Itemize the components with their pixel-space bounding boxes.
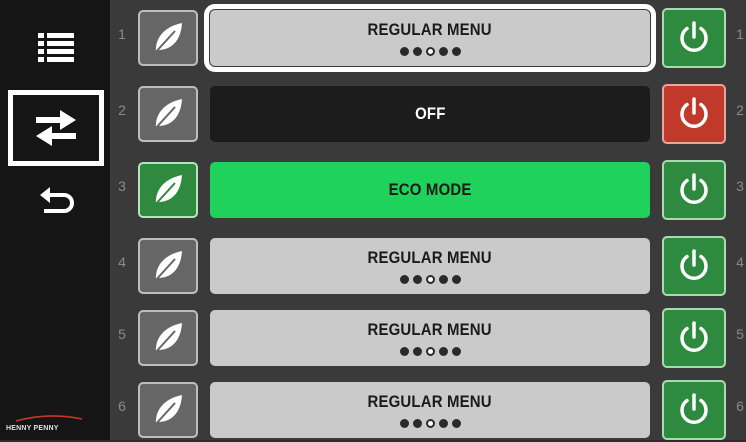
power-icon	[680, 393, 708, 424]
menu-row: 5 REGULAR MENU 5	[110, 306, 746, 370]
row-number-right: 2	[736, 102, 744, 118]
menu-select-button[interactable]: REGULAR MENU	[204, 4, 656, 72]
page-dot	[451, 347, 461, 356]
page-dot	[412, 347, 422, 356]
eco-leaf-button[interactable]	[138, 310, 198, 366]
page-dot	[438, 419, 448, 428]
power-button[interactable]	[662, 8, 726, 68]
eco-leaf-button[interactable]	[138, 86, 198, 142]
row-number-left: 5	[118, 326, 126, 342]
swap-button[interactable]	[8, 90, 104, 166]
page-dot	[425, 347, 435, 356]
page-dot	[451, 275, 461, 284]
power-icon	[680, 249, 708, 280]
page-dots	[399, 347, 461, 356]
row-number-left: 2	[118, 102, 126, 118]
menu-select-button[interactable]: OFF	[210, 86, 650, 142]
menu-select-button[interactable]: REGULAR MENU	[210, 238, 650, 294]
page-dot	[412, 419, 422, 428]
leaf-icon	[153, 323, 182, 355]
power-button[interactable]	[662, 160, 726, 220]
page-dots	[399, 419, 461, 428]
menu-list-icon	[38, 33, 74, 62]
swap-arrows-icon	[36, 110, 76, 146]
page-dot	[399, 275, 409, 284]
back-arrow-icon	[40, 187, 74, 213]
leaf-icon	[153, 395, 182, 427]
row-number-right: 3	[736, 178, 744, 194]
row-number-right: 5	[736, 326, 744, 342]
page-dot	[451, 47, 461, 56]
row-number-right: 1	[736, 26, 744, 42]
page-dot	[425, 419, 435, 428]
page-dots	[399, 275, 461, 284]
power-icon	[680, 21, 708, 52]
eco-leaf-button[interactable]	[138, 382, 198, 438]
leaf-icon	[153, 251, 182, 283]
menu-label: REGULAR MENU	[367, 320, 493, 339]
power-icon	[680, 321, 708, 352]
menu-label: REGULAR MENU	[367, 392, 493, 411]
page-dot	[399, 47, 409, 56]
row-number-left: 6	[118, 398, 126, 414]
power-icon	[680, 97, 708, 128]
back-button[interactable]	[8, 168, 104, 240]
row-number-right: 6	[736, 398, 744, 414]
row-number-left: 1	[118, 26, 126, 42]
menu-list-button[interactable]	[8, 12, 104, 84]
sidebar: HENNY PENNY	[0, 0, 110, 440]
page-dots	[399, 47, 461, 56]
page-dot	[425, 275, 435, 284]
power-button[interactable]	[662, 380, 726, 440]
eco-leaf-button[interactable]	[138, 238, 198, 294]
menu-label: REGULAR MENU	[367, 248, 493, 267]
power-icon	[680, 173, 708, 204]
menu-label: REGULAR MENU	[367, 20, 493, 39]
main-panel: 1 REGULAR MENU 1 2 OFF 2 3 ECO MODE 3 4 REGULAR ME…	[110, 0, 746, 440]
page-dot	[412, 47, 422, 56]
menu-row: 1 REGULAR MENU 1	[110, 4, 746, 72]
leaf-icon	[153, 99, 182, 131]
page-dot	[412, 275, 422, 284]
menu-row: 3 ECO MODE 3	[110, 158, 746, 222]
row-number-left: 3	[118, 178, 126, 194]
row-number-right: 4	[736, 254, 744, 270]
menu-row: 6 REGULAR MENU 6	[110, 378, 746, 442]
eco-leaf-button[interactable]	[138, 10, 198, 66]
page-dot	[399, 347, 409, 356]
menu-select-button[interactable]: REGULAR MENU	[210, 310, 650, 366]
menu-label: OFF	[414, 104, 446, 123]
leaf-icon	[153, 23, 182, 55]
page-dot	[438, 47, 448, 56]
page-dot	[438, 347, 448, 356]
menu-select-button[interactable]: REGULAR MENU	[210, 382, 650, 438]
menu-select-button[interactable]: ECO MODE	[210, 162, 650, 218]
menu-row: 2 OFF 2	[110, 82, 746, 146]
eco-leaf-button[interactable]	[138, 162, 198, 218]
menu-row: 4 REGULAR MENU 4	[110, 234, 746, 298]
brand-swoosh-icon	[15, 415, 83, 422]
leaf-icon	[153, 175, 182, 207]
row-number-left: 4	[118, 254, 126, 270]
menu-label: ECO MODE	[388, 180, 472, 199]
brand-logo: HENNY PENNY	[6, 425, 59, 432]
power-button[interactable]	[662, 236, 726, 296]
page-dot	[425, 47, 435, 56]
power-button[interactable]	[662, 308, 726, 368]
power-button[interactable]	[662, 84, 726, 144]
page-dot	[438, 275, 448, 284]
page-dot	[399, 419, 409, 428]
page-dot	[451, 419, 461, 428]
